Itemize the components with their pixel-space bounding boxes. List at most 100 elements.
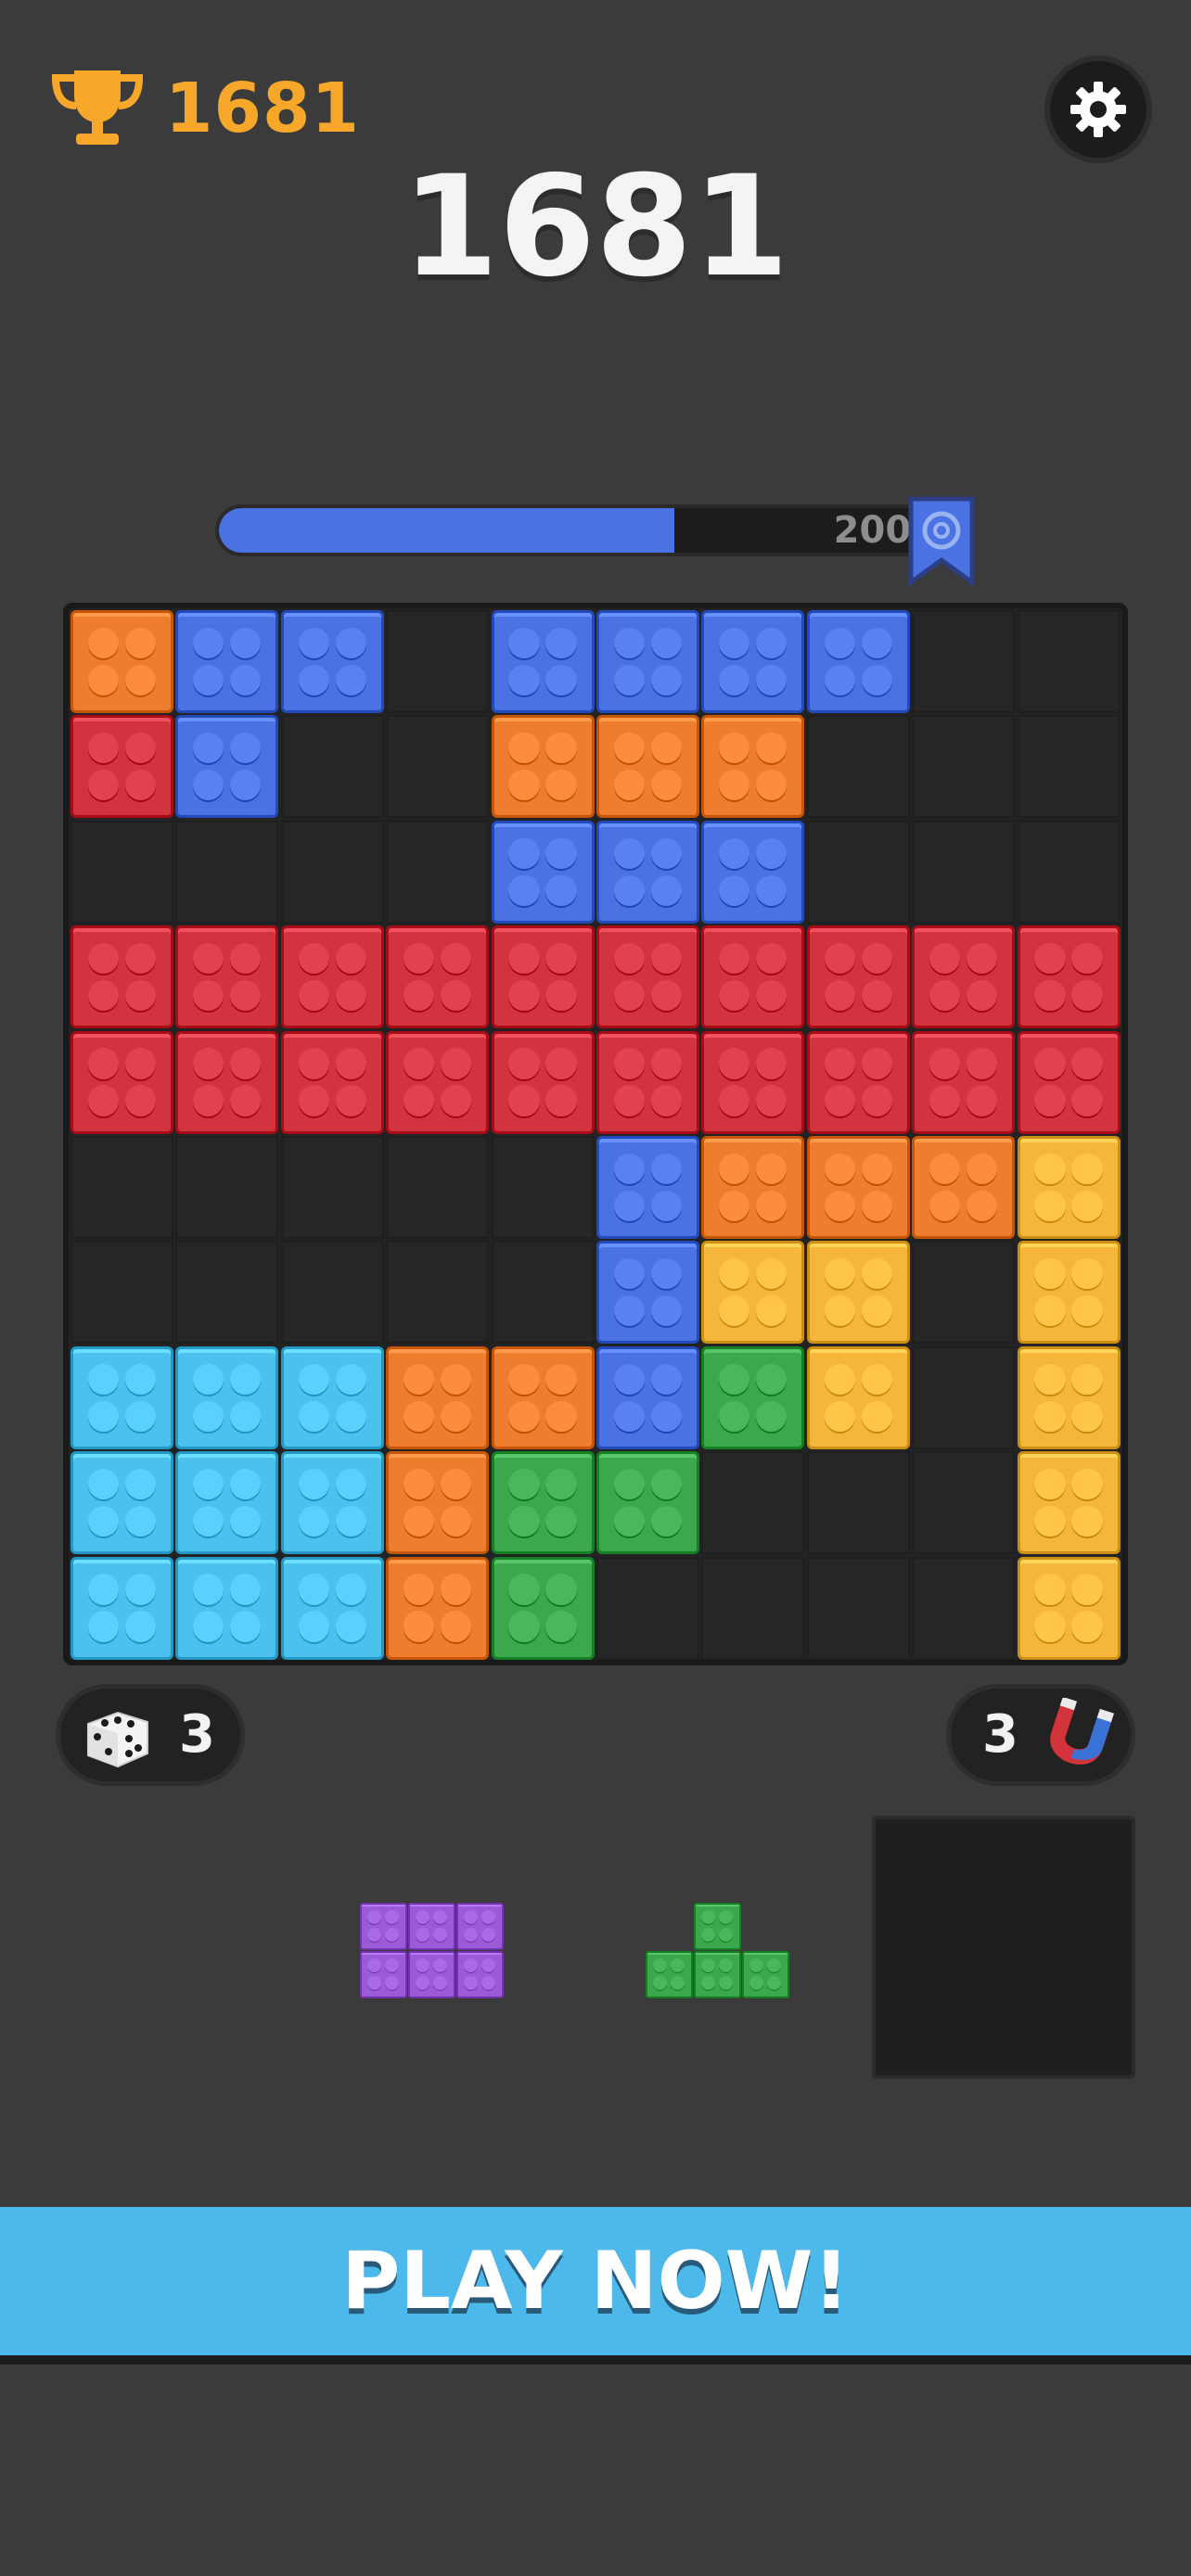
board-brick-red xyxy=(1017,1030,1121,1134)
board-brick-light_blue xyxy=(280,1451,384,1555)
board-brick-red xyxy=(806,925,910,1029)
board-brick-yellow xyxy=(1017,1556,1121,1660)
board-brick-blue xyxy=(175,715,279,819)
board-brick-red xyxy=(491,925,595,1029)
board-cell-empty xyxy=(280,715,384,819)
board-brick-light_blue xyxy=(70,1556,173,1660)
board-brick-light_blue xyxy=(70,1345,173,1449)
board-brick-blue xyxy=(596,1345,699,1449)
board-brick-red xyxy=(70,715,173,819)
board-cell-empty xyxy=(386,715,490,819)
piece-brick-green xyxy=(694,1951,741,1998)
magnet-count: 3 xyxy=(982,1704,1018,1765)
play-now-banner[interactable]: PLAY NOW! xyxy=(0,2207,1191,2365)
board-cell-empty xyxy=(806,715,910,819)
board-brick-red xyxy=(70,925,173,1029)
bookmark-ribbon-icon xyxy=(908,496,975,587)
board-brick-red xyxy=(596,1030,699,1134)
board-brick-red xyxy=(280,1030,384,1134)
board-cell-empty xyxy=(912,610,1016,713)
gear-icon xyxy=(1070,82,1126,137)
board-brick-red xyxy=(912,1030,1016,1134)
board-brick-light_blue xyxy=(175,1556,279,1660)
board-cell-empty xyxy=(70,1241,173,1345)
trophy-icon xyxy=(51,70,144,145)
board-cell-empty xyxy=(806,1451,910,1555)
magnet-icon xyxy=(1050,1698,1115,1765)
board-brick-orange xyxy=(491,1345,595,1449)
board-brick-green xyxy=(491,1556,595,1660)
piece-brick-green xyxy=(742,1951,789,1998)
settings-button[interactable] xyxy=(1044,56,1152,163)
best-score: 1681 xyxy=(165,69,360,148)
board-brick-yellow xyxy=(1017,1451,1121,1555)
piece-brick-green xyxy=(646,1951,693,1998)
board-brick-red xyxy=(280,925,384,1029)
magnet-powerup-button[interactable]: 3 xyxy=(946,1684,1135,1786)
piece-brick-purple xyxy=(456,1951,504,1998)
board-brick-orange xyxy=(386,1451,490,1555)
board-cell-empty xyxy=(1017,610,1121,713)
board-cell-empty xyxy=(806,1556,910,1660)
board-brick-yellow xyxy=(701,1241,805,1345)
board-cell-empty xyxy=(491,1136,595,1239)
dice-count: 3 xyxy=(179,1704,215,1765)
dice-powerup-button[interactable]: 3 xyxy=(56,1684,245,1786)
board-brick-orange xyxy=(701,715,805,819)
board-brick-yellow xyxy=(806,1241,910,1345)
board-brick-orange xyxy=(701,1136,805,1239)
board-cell-empty xyxy=(912,1451,1016,1555)
play-now-label: PLAY NOW! xyxy=(341,2235,850,2327)
board-brick-light_blue xyxy=(280,1345,384,1449)
board-cell-empty xyxy=(280,1136,384,1239)
board-cell-empty xyxy=(1017,820,1121,924)
piece-brick-green xyxy=(694,1903,741,1950)
board-cell-empty xyxy=(912,1241,1016,1345)
board-cell-empty xyxy=(70,820,173,924)
board-brick-blue xyxy=(596,820,699,924)
board-cell-empty xyxy=(386,1241,490,1345)
piece-brick-purple xyxy=(408,1951,455,1998)
board-brick-light_blue xyxy=(280,1556,384,1660)
board-brick-red xyxy=(386,1030,490,1134)
board-brick-orange xyxy=(386,1345,490,1449)
board-brick-green xyxy=(701,1345,805,1449)
board-brick-red xyxy=(912,925,1016,1029)
board-brick-yellow xyxy=(1017,1241,1121,1345)
board-cell-empty xyxy=(912,1345,1016,1449)
hold-slot[interactable] xyxy=(872,1816,1135,2079)
piece-brick-purple xyxy=(456,1903,504,1950)
game-board[interactable] xyxy=(63,603,1128,1665)
board-brick-red xyxy=(596,925,699,1029)
board-brick-red xyxy=(806,1030,910,1134)
board-cell-empty xyxy=(175,1241,279,1345)
level-progress-bar: 2000 xyxy=(215,504,957,556)
board-cell-empty xyxy=(70,1136,173,1239)
board-brick-blue xyxy=(596,610,699,713)
current-score: 1681 xyxy=(402,147,789,308)
board-cell-empty xyxy=(280,820,384,924)
board-brick-blue xyxy=(701,820,805,924)
board-brick-blue xyxy=(596,1241,699,1345)
board-brick-red xyxy=(491,1030,595,1134)
board-brick-blue xyxy=(596,1136,699,1239)
board-brick-yellow xyxy=(1017,1345,1121,1449)
board-brick-blue xyxy=(806,610,910,713)
board-brick-orange xyxy=(70,610,173,713)
board-brick-green xyxy=(596,1451,699,1555)
board-brick-red xyxy=(70,1030,173,1134)
board-brick-light_blue xyxy=(175,1345,279,1449)
board-cell-empty xyxy=(701,1451,805,1555)
board-brick-red xyxy=(701,1030,805,1134)
board-cell-empty xyxy=(1017,715,1121,819)
board-brick-light_blue xyxy=(175,1451,279,1555)
board-brick-blue xyxy=(491,610,595,713)
board-brick-blue xyxy=(175,610,279,713)
board-brick-blue xyxy=(491,820,595,924)
board-brick-blue xyxy=(280,610,384,713)
board-brick-red xyxy=(175,1030,279,1134)
piece-brick-purple xyxy=(360,1951,407,1998)
board-cell-empty xyxy=(701,1556,805,1660)
board-cell-empty xyxy=(175,820,279,924)
board-brick-light_blue xyxy=(70,1451,173,1555)
